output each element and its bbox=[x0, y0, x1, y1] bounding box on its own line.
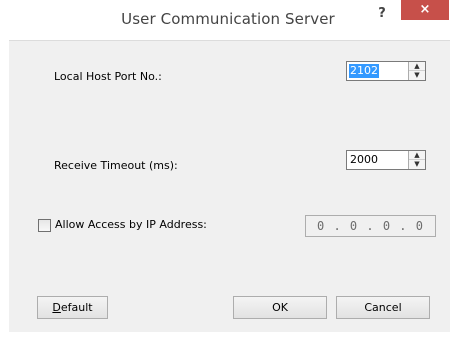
down-arrow-icon[interactable]: ▼ bbox=[409, 71, 425, 80]
down-arrow-icon[interactable]: ▼ bbox=[409, 160, 425, 169]
close-button[interactable]: × bbox=[401, 0, 449, 20]
default-label: efault bbox=[60, 301, 93, 314]
window-border-bottom bbox=[0, 332, 456, 338]
up-arrow-icon[interactable]: ▲ bbox=[409, 62, 425, 71]
default-mnemonic: D bbox=[52, 301, 61, 314]
window-border-right bbox=[450, 40, 456, 338]
allow-ip-checkbox[interactable] bbox=[38, 219, 51, 232]
dialog-body: Local Host Port No.: 2102 ▲ ▼ Receive Ti… bbox=[9, 40, 450, 332]
allow-ip-label[interactable]: Allow Access by IP Address: bbox=[55, 218, 207, 231]
timeout-spinbox[interactable]: 2000 ▲ ▼ bbox=[346, 150, 426, 170]
help-button[interactable]: ? bbox=[370, 4, 394, 24]
window-border-left bbox=[0, 40, 9, 338]
timeout-label: Receive Timeout (ms): bbox=[54, 159, 178, 172]
ip-address-field: 0 . 0 . 0 . 0 bbox=[305, 215, 436, 237]
title-bar[interactable]: User Communication Server ? × bbox=[0, 0, 456, 40]
port-spin-buttons[interactable]: ▲ ▼ bbox=[408, 62, 425, 80]
cancel-button[interactable]: Cancel bbox=[336, 296, 430, 319]
up-arrow-icon[interactable]: ▲ bbox=[409, 151, 425, 160]
port-label: Local Host Port No.: bbox=[54, 70, 162, 83]
port-input[interactable]: 2102 bbox=[349, 64, 379, 78]
default-button[interactable]: Default bbox=[37, 296, 108, 319]
ok-button[interactable]: OK bbox=[233, 296, 327, 319]
timeout-input[interactable]: 2000 bbox=[349, 153, 379, 167]
timeout-spin-buttons[interactable]: ▲ ▼ bbox=[408, 151, 425, 169]
port-spinbox[interactable]: 2102 ▲ ▼ bbox=[346, 61, 426, 81]
